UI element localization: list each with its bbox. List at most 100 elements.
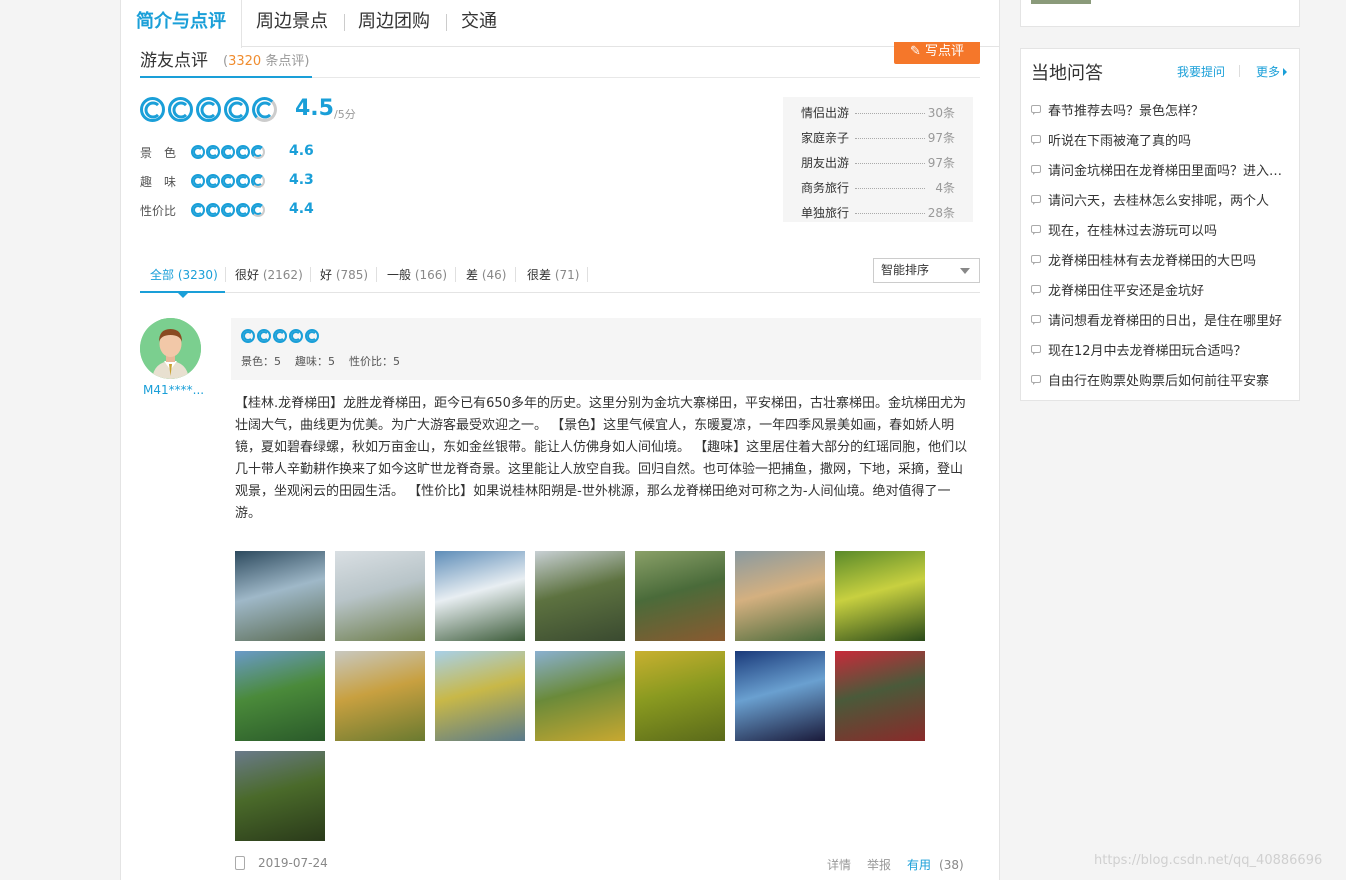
tab-nearby-deals[interactable]: 周边团购	[358, 0, 430, 47]
tab-intro-review[interactable]: 简介与点评	[121, 0, 242, 48]
star-icon	[236, 174, 250, 188]
half-star-icon	[251, 203, 265, 217]
review-rating-detail: 景色：5 趣味：5 性价比：5	[241, 355, 400, 368]
speech-bubble-icon	[1031, 345, 1041, 355]
review-date: 2019-07-24	[258, 856, 328, 870]
review-photo[interactable]	[235, 551, 325, 641]
overall-score-unit: /5分	[334, 108, 356, 121]
filter-very-bad[interactable]: 很差 (71)	[527, 266, 579, 283]
review-text: 【桂林.龙脊梯田】龙胜龙脊梯田，距今已有650多年的历史。这里分别为金坑大寨梯田…	[235, 396, 968, 521]
star-icon	[236, 145, 250, 159]
useful-button[interactable]: 有用	[907, 858, 931, 872]
write-review-button[interactable]: ✎ 写点评	[894, 42, 980, 64]
tab-separator	[446, 14, 447, 31]
qa-item[interactable]: 现在，在桂林过去游玩可以吗	[1031, 220, 1293, 240]
local-qa-panel: 当地问答 我要提问 更多 春节推荐去吗？景色怎样？ 听说在下雨被淹了真的吗 请问…	[1020, 48, 1300, 401]
review-photo[interactable]	[735, 551, 825, 641]
star-icon	[236, 203, 250, 217]
half-star-icon	[252, 97, 277, 122]
qa-item[interactable]: 自由行在购票处购票后如何前往平安寨	[1031, 370, 1293, 390]
filter-bad[interactable]: 差 (46)	[466, 266, 506, 283]
trip-type-row[interactable]: 朋友出游 97条	[801, 151, 955, 176]
filter-separator	[225, 267, 226, 282]
speech-bubble-icon	[1031, 195, 1041, 205]
star-icon	[221, 174, 235, 188]
tab-separator	[344, 14, 345, 31]
review-photo[interactable]	[735, 651, 825, 741]
thumbnail[interactable]	[1031, 0, 1091, 4]
sub-rating-label: 景 色	[140, 146, 177, 160]
sub-rating-score: 4.3	[289, 172, 314, 188]
star-icon	[221, 203, 235, 217]
qa-separator	[1239, 65, 1240, 77]
report-link[interactable]: 举报	[867, 858, 891, 872]
star-icon	[257, 329, 271, 343]
sub-rating-stars	[191, 145, 266, 164]
qa-more-link[interactable]: 更多	[1256, 63, 1288, 80]
review-photo[interactable]	[635, 651, 725, 741]
star-icon	[168, 97, 193, 122]
trip-type-row[interactable]: 商务旅行 4条	[801, 176, 955, 201]
qa-item[interactable]: 请问六天，去桂林怎么安排呢，两个人	[1031, 190, 1293, 210]
review-photo[interactable]	[435, 651, 525, 741]
review-photo[interactable]	[535, 551, 625, 641]
useful-count: (38)	[939, 858, 964, 872]
speech-bubble-icon	[1031, 375, 1041, 385]
watermark: https://blog.csdn.net/qq_40886696	[1094, 853, 1323, 868]
review-photo[interactable]	[835, 651, 925, 741]
star-icon	[140, 97, 165, 122]
star-icon	[221, 145, 235, 159]
filter-separator	[455, 267, 456, 282]
chevron-down-icon	[960, 268, 970, 274]
review-filter-bar: 全部 (3230) 很好 (2162) 好 (785) 一般 (166) 差 (…	[140, 258, 980, 298]
speech-bubble-icon	[1031, 315, 1041, 325]
avatar[interactable]	[140, 318, 201, 379]
sidebar-top-card	[1020, 0, 1300, 27]
speech-bubble-icon	[1031, 225, 1041, 235]
review-photo[interactable]	[235, 751, 325, 841]
qa-item[interactable]: 请问想看龙脊梯田的日出，是住在哪里好	[1031, 310, 1293, 330]
speech-bubble-icon	[1031, 105, 1041, 115]
filter-average[interactable]: 一般 (166)	[387, 266, 447, 283]
trip-type-row[interactable]: 单独旅行 28条	[801, 201, 955, 226]
review-header: 游友点评 (3320 条点评) ✎ 写点评	[140, 42, 980, 78]
qa-item[interactable]: 龙脊梯田桂林有去龙脊梯田的大巴吗	[1031, 250, 1293, 270]
review-photo[interactable]	[535, 651, 625, 741]
speech-bubble-icon	[1031, 165, 1041, 175]
tab-nearby-sights[interactable]: 周边景点	[256, 0, 328, 47]
sub-rating-stars	[191, 203, 266, 222]
review-rating-box: 景色：5 趣味：5 性价比：5	[231, 318, 981, 380]
trip-type-row[interactable]: 情侣出游 30条	[801, 101, 955, 126]
speech-bubble-icon	[1031, 285, 1041, 295]
review-photo[interactable]	[335, 651, 425, 741]
filter-separator	[587, 267, 588, 282]
star-icon	[206, 203, 220, 217]
review-photo[interactable]	[635, 551, 725, 641]
filter-separator	[515, 267, 516, 282]
qa-item[interactable]: 听说在下雨被淹了真的吗	[1031, 130, 1293, 150]
filter-very-good[interactable]: 很好 (2162)	[235, 266, 303, 283]
filter-all[interactable]: 全部 (3230)	[150, 266, 218, 283]
qa-item[interactable]: 现在12月中去龙脊梯田玩合适吗？	[1031, 340, 1293, 360]
user-name[interactable]: M41****...	[143, 383, 204, 397]
qa-item[interactable]: 请问金坑梯田在龙脊梯田里面吗？进入梯田需要收费吗	[1031, 160, 1293, 180]
half-star-icon	[251, 174, 265, 188]
review-photo[interactable]	[835, 551, 925, 641]
review-photo[interactable]	[235, 651, 325, 741]
review-photo[interactable]	[335, 551, 425, 641]
qa-title: 当地问答	[1031, 63, 1103, 84]
star-icon	[273, 329, 287, 343]
sort-select[interactable]: 智能排序	[873, 258, 980, 283]
overall-score: 4.5	[295, 96, 334, 121]
filter-active-arrow	[177, 292, 189, 298]
star-icon	[206, 145, 220, 159]
trip-type-row[interactable]: 家庭亲子 97条	[801, 126, 955, 151]
ask-question-link[interactable]: 我要提问	[1177, 63, 1225, 80]
filter-good[interactable]: 好 (785)	[320, 266, 368, 283]
qa-item[interactable]: 春节推荐去吗？景色怎样？	[1031, 100, 1293, 120]
filter-separator	[310, 267, 311, 282]
detail-link[interactable]: 详情	[827, 858, 851, 872]
review-photo[interactable]	[435, 551, 525, 641]
qa-item[interactable]: 龙脊梯田住平安还是金坑好	[1031, 280, 1293, 300]
tab-transport[interactable]: 交通	[461, 0, 497, 47]
